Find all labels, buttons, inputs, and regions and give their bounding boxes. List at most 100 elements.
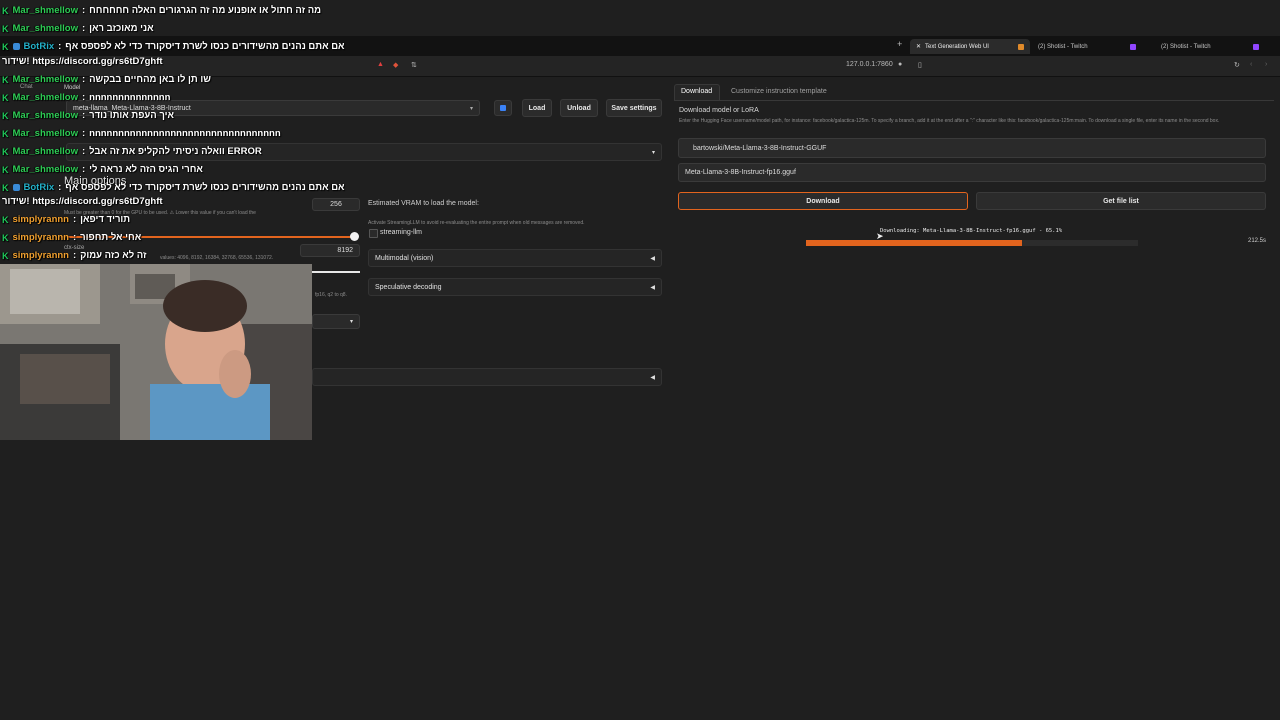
brave-shield-icon[interactable]: ◆ bbox=[393, 61, 398, 69]
chat-message: K Mar_shmellow: מה זה חתול או אופנוע מה זה… bbox=[2, 5, 321, 16]
kick-badge-icon: K bbox=[2, 232, 9, 243]
chat-text: nnnnnnnnnnnnnn bbox=[89, 92, 171, 103]
chat-message: שידור! https://discord.gg/rs6tD7ghft bbox=[2, 196, 163, 207]
cache-type-dropdown[interactable]: ▾ bbox=[312, 314, 360, 329]
tab-divider bbox=[674, 100, 1274, 101]
tab-twitch-1[interactable]: (2) Shotist - Twitch bbox=[1032, 39, 1142, 54]
kick-badge-icon: K bbox=[2, 164, 9, 175]
load-button[interactable]: Load bbox=[522, 99, 552, 117]
chat-username: Mar_shmellow bbox=[12, 128, 78, 139]
refresh-icon bbox=[500, 105, 506, 111]
get-file-list-button[interactable]: Get file list bbox=[976, 192, 1266, 210]
collapse-arrow-icon: ◀ bbox=[650, 284, 655, 291]
warning-icon[interactable]: ▲ bbox=[377, 61, 384, 68]
twitch-icon bbox=[1253, 43, 1259, 50]
webcam-feed bbox=[0, 264, 312, 440]
chat-separator: : bbox=[81, 128, 86, 139]
unload-button[interactable]: Unload bbox=[560, 99, 598, 117]
chat-separator: : bbox=[81, 110, 86, 121]
chat-message: K Mar_shmellow: אחרי הגיס הזה לא נראה לי bbox=[2, 164, 203, 175]
new-tab-icon[interactable]: + bbox=[897, 39, 902, 49]
chat-message: K Mar_shmellow: איך העפת אותו נודר bbox=[2, 110, 174, 121]
chat-text: שידור! https://discord.gg/rs6tD7ghft bbox=[2, 56, 163, 67]
kick-badge-icon: K bbox=[2, 128, 9, 139]
close-tab-icon[interactable]: ✕ bbox=[916, 43, 921, 50]
download-progress-text: Downloading: Meta-Llama-3-8B-Instruct-fp… bbox=[880, 228, 1063, 234]
download-help-text: Enter the Hugging Face username/model pa… bbox=[679, 118, 1220, 124]
collapse-arrow-icon: ◀ bbox=[650, 255, 655, 262]
streaming-note: Activate StreamingLLM to avoid re-evalua… bbox=[368, 220, 585, 226]
bot-badge-icon bbox=[12, 43, 20, 50]
chat-text: אם אתם נהנים מהשידורים כנסו לשרת דיסקורד… bbox=[65, 182, 345, 193]
chat-username: BotRix bbox=[23, 41, 55, 52]
chat-message: K BotRix: אם אתם נהנים מהשידורים כנסו לשרת… bbox=[2, 41, 345, 52]
kick-badge-icon: K bbox=[2, 214, 9, 225]
twitch-icon bbox=[1130, 43, 1136, 50]
save-settings-button[interactable]: Save settings bbox=[606, 99, 662, 117]
gpu-layers-input[interactable]: 256 bbox=[312, 198, 360, 211]
tab-text-generation[interactable]: ✕ Text Generation Web UI bbox=[910, 39, 1030, 54]
chat-separator: : bbox=[81, 74, 86, 85]
chevron-down-icon: ▾ bbox=[469, 105, 473, 112]
repo-input[interactable]: bartowski/Meta-Llama-3-8B-Instruct-GGUF bbox=[678, 138, 1266, 158]
chat-username: Mar_shmellow bbox=[12, 5, 78, 16]
speculative-accordion[interactable]: Speculative decoding ◀ bbox=[368, 278, 662, 296]
bookmark-icon[interactable]: ▯ bbox=[918, 61, 922, 69]
download-section-title: Download model or LoRA bbox=[679, 107, 759, 114]
forward-icon[interactable]: › bbox=[1265, 61, 1267, 68]
chat-username: simplyrannn bbox=[12, 250, 70, 261]
chat-message: Ksimplyrannn: זה לא כזה עמוק bbox=[2, 250, 147, 261]
chat-username: Mar_shmellow bbox=[12, 146, 78, 157]
translate-icon[interactable]: ⇅ bbox=[411, 61, 417, 69]
chat-text: שידור! https://discord.gg/rs6tD7ghft bbox=[2, 196, 163, 207]
kick-badge-icon: K bbox=[2, 74, 9, 85]
chat-text: זה לא כזה עמוק bbox=[80, 250, 147, 261]
gpu-layers-value: 256 bbox=[330, 201, 342, 208]
chat-separator: : bbox=[73, 214, 77, 225]
mouse-cursor-icon: ➤ bbox=[876, 231, 884, 241]
collapsed-accordion[interactable]: ◀ bbox=[312, 368, 662, 386]
refresh-button[interactable] bbox=[494, 100, 512, 116]
cache-type-note: fp16, q2 to q8. bbox=[315, 292, 347, 298]
download-button[interactable]: Download bbox=[678, 192, 968, 210]
chat-message: Ksimplyrannn: אחי אל תחפור bbox=[2, 232, 141, 243]
filename-input[interactable]: Meta-Llama-3-8B-Instruct-fp16.gguf bbox=[678, 163, 1266, 182]
kick-badge-icon: K bbox=[2, 146, 9, 157]
reload-icon[interactable]: ↻ bbox=[1234, 61, 1240, 69]
chat-text: אחי אל תחפור bbox=[80, 232, 142, 243]
collapse-arrow-icon: ◀ bbox=[650, 374, 655, 381]
ctx-size-input[interactable]: 8192 bbox=[300, 244, 360, 257]
multimodal-accordion[interactable]: Multimodal (vision) ◀ bbox=[368, 249, 662, 267]
gpu-layers-slider-thumb[interactable] bbox=[350, 232, 359, 241]
chat-text: nnnnnnnnnnnnnnnnnnnnnnnnnnnnnnnnn bbox=[89, 128, 281, 139]
kick-badge-icon: K bbox=[2, 41, 9, 52]
chat-separator: : bbox=[81, 164, 86, 175]
download-progress-fill bbox=[806, 240, 1023, 246]
chat-message: K Mar_shmellow: אני מאוכזב ראן bbox=[2, 23, 154, 34]
chat-text: שו תן לו באן מהחיים בבקשה bbox=[89, 74, 211, 85]
tab-label: (2) Shotist - Twitch bbox=[1161, 43, 1211, 50]
address-bar[interactable]: 127.0.0.1:7860 bbox=[846, 61, 893, 68]
model-label: Model bbox=[64, 85, 81, 91]
chat-separator: : bbox=[81, 23, 86, 34]
chat-message: K BotRix: אם אתם נהנים מהשידורים כנסו לשרת… bbox=[2, 182, 345, 193]
ctx-size-value: 8192 bbox=[337, 247, 353, 254]
multimodal-label: Multimodal (vision) bbox=[375, 254, 434, 262]
tab-customize-template[interactable]: Customize instruction template bbox=[731, 88, 827, 95]
site-info-icon[interactable]: ● bbox=[898, 61, 902, 68]
chat-message: K Mar_shmellow: וואלה ניסיתי להקליפ את זה … bbox=[2, 146, 262, 157]
ctx-size-note: values: 4096, 8192, 16384, 32768, 65536,… bbox=[160, 255, 274, 261]
streaming-llm-checkbox[interactable] bbox=[369, 229, 378, 238]
chat-separator: : bbox=[58, 41, 62, 52]
tab-twitch-2[interactable]: (2) Shotist - Twitch bbox=[1155, 39, 1265, 54]
kick-badge-icon: K bbox=[2, 250, 9, 261]
chat-message: Ksimplyrannn: תוריד דיפאן bbox=[2, 214, 130, 225]
chat-username: Mar_shmellow bbox=[12, 110, 78, 121]
chat-text: אם אתם נהנים מהשידורים כנסו לשרת דיסקורד… bbox=[65, 41, 345, 52]
back-icon[interactable]: ‹ bbox=[1250, 61, 1252, 68]
chat-separator: : bbox=[73, 232, 77, 243]
ctx-size-slider-track[interactable] bbox=[312, 271, 360, 273]
kick-badge-icon: K bbox=[2, 23, 9, 34]
chat-separator: : bbox=[81, 146, 86, 157]
chat-username: simplyrannn bbox=[12, 214, 70, 225]
